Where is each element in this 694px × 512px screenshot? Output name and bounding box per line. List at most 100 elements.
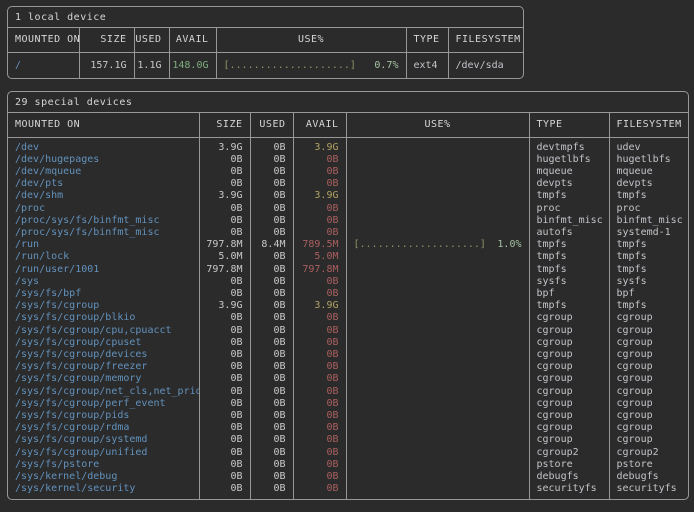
usage-cell: [....................]1.0% <box>346 239 529 251</box>
filesystem-value: proc <box>609 203 688 215</box>
header-row: MOUNTED ON SIZE USED AVAIL USE% TYPE FIL… <box>8 28 523 52</box>
type-value: cgroup <box>529 386 609 398</box>
avail-value: 0B <box>293 325 346 337</box>
avail-value: 0B <box>293 422 346 434</box>
used-value: 0B <box>250 459 293 471</box>
type-value: cgroup2 <box>529 447 609 459</box>
column-header-mounted-on: MOUNTED ON <box>8 113 199 137</box>
usage-cell <box>346 361 529 373</box>
device-row: /sys/fs/cgroup/devices0B0B0Bcgroupcgroup <box>8 349 688 361</box>
device-row: /sys/fs/cgroup/pids0B0B0Bcgroupcgroup <box>8 410 688 422</box>
filesystem-value: mqueue <box>609 166 688 178</box>
type-value: binfmt_misc <box>529 215 609 227</box>
filesystem-value: devpts <box>609 178 688 190</box>
usage-cell <box>346 386 529 398</box>
size-value: 0B <box>199 215 250 227</box>
type-value: sysfs <box>529 276 609 288</box>
device-row: /sys/fs/cgroup/cpu,cpuacct0B0B0Bcgroupcg… <box>8 325 688 337</box>
filesystem-value: cgroup <box>609 349 688 361</box>
type-value: tmpfs <box>529 300 609 312</box>
filesystem-value: bpf <box>609 288 688 300</box>
avail-value: 0B <box>293 276 346 288</box>
avail-value: 0B <box>293 483 346 499</box>
filesystem-value: cgroup <box>609 325 688 337</box>
type-value: tmpfs <box>529 264 609 276</box>
filesystem-value: debugfs <box>609 471 688 483</box>
special-devices-panel: 29 special devices MOUNTED ON SIZE USED … <box>7 91 689 500</box>
avail-value: 0B <box>293 154 346 166</box>
size-value: 0B <box>199 203 250 215</box>
size-value: 0B <box>199 361 250 373</box>
column-header-used: USED <box>134 28 169 52</box>
type-value: securityfs <box>529 483 609 499</box>
filesystem-value: /dev/sda <box>448 52 523 78</box>
mount-point-value: /sys/fs/cgroup/cpu,cpuacct <box>8 325 199 337</box>
used-value: 0B <box>250 386 293 398</box>
type-value: mqueue <box>529 166 609 178</box>
type-value: cgroup <box>529 373 609 385</box>
type-value: ext4 <box>406 52 448 78</box>
mount-point-value: /sys/fs/cgroup <box>8 300 199 312</box>
filesystem-value: udev <box>609 137 688 154</box>
usage-cell <box>346 137 529 154</box>
device-row: /157.1G1.1G148.0G[....................]0… <box>8 52 523 78</box>
usage-cell <box>346 264 529 276</box>
size-value: 0B <box>199 422 250 434</box>
usage-cell <box>346 312 529 324</box>
avail-value: 3.9G <box>293 300 346 312</box>
device-row: /run797.8M8.4M789.5M[...................… <box>8 239 688 251</box>
type-value: cgroup <box>529 361 609 373</box>
device-row: /sys/kernel/security0B0B0Bsecurityfssecu… <box>8 483 688 499</box>
avail-value: 0B <box>293 459 346 471</box>
size-value: 797.8M <box>199 239 250 251</box>
filesystem-value: tmpfs <box>609 239 688 251</box>
usage-cell <box>346 276 529 288</box>
special-devices-table: MOUNTED ON SIZE USED AVAIL USE% TYPE FIL… <box>8 113 688 499</box>
filesystem-value: cgroup <box>609 398 688 410</box>
usage-cell <box>346 373 529 385</box>
filesystem-value: binfmt_misc <box>609 215 688 227</box>
mount-point-value: /sys/fs/cgroup/pids <box>8 410 199 422</box>
column-header-filesystem: FILESYSTEM <box>609 113 688 137</box>
usage-cell <box>346 190 529 202</box>
mount-point-value: /sys/fs/cgroup/unified <box>8 447 199 459</box>
usage-cell <box>346 459 529 471</box>
column-header-mounted-on: MOUNTED ON <box>8 28 79 52</box>
filesystem-value: tmpfs <box>609 300 688 312</box>
device-row: /dev3.9G0B3.9Gdevtmpfsudev <box>8 137 688 154</box>
mount-point-value: /sys/fs/cgroup/rdma <box>8 422 199 434</box>
used-value: 0B <box>250 264 293 276</box>
device-row: /sys/kernel/debug0B0B0Bdebugfsdebugfs <box>8 471 688 483</box>
usage-percent: 0.7% <box>374 60 398 71</box>
mount-point-value: /sys/fs/cgroup/blkio <box>8 312 199 324</box>
type-value: cgroup <box>529 337 609 349</box>
type-value: devtmpfs <box>529 137 609 154</box>
avail-value: 0B <box>293 178 346 190</box>
mount-point-value: /proc/sys/fs/binfmt_misc <box>8 215 199 227</box>
avail-value: 3.9G <box>293 190 346 202</box>
column-header-avail: AVAIL <box>169 28 216 52</box>
size-value: 0B <box>199 483 250 499</box>
column-header-type: TYPE <box>529 113 609 137</box>
filesystem-value: cgroup <box>609 410 688 422</box>
type-value: hugetlbfs <box>529 154 609 166</box>
filesystem-value: cgroup <box>609 337 688 349</box>
used-value: 0B <box>250 398 293 410</box>
usage-cell <box>346 471 529 483</box>
used-value: 0B <box>250 483 293 499</box>
filesystem-value: cgroup <box>609 434 688 446</box>
avail-value: 0B <box>293 398 346 410</box>
avail-value: 789.5M <box>293 239 346 251</box>
used-value: 0B <box>250 137 293 154</box>
mount-point-value: /sys/fs/cgroup/cpuset <box>8 337 199 349</box>
mount-point-value: /dev/pts <box>8 178 199 190</box>
special-devices-title: 29 special devices <box>8 92 688 113</box>
used-value: 0B <box>250 361 293 373</box>
size-value: 0B <box>199 337 250 349</box>
size-value: 0B <box>199 410 250 422</box>
avail-value: 0B <box>293 434 346 446</box>
used-value: 0B <box>250 325 293 337</box>
usage-cell <box>346 178 529 190</box>
usage-cell <box>346 422 529 434</box>
local-devices-title: 1 local device <box>8 7 523 28</box>
